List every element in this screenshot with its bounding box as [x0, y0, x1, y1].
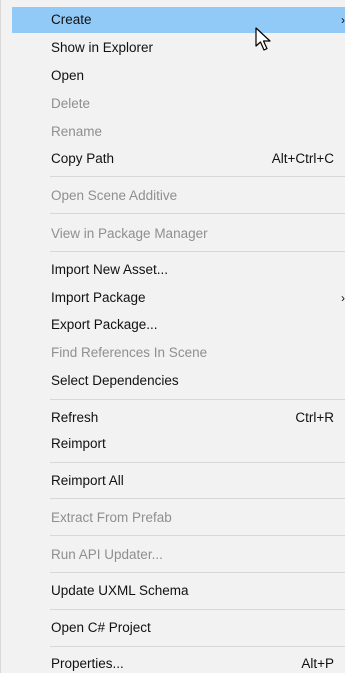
menu-separator [50, 399, 345, 400]
menu-item-label: Rename [51, 124, 103, 139]
menu-item-label: Open [51, 68, 85, 83]
menu-item-label: View in Package Manager [51, 226, 208, 241]
menu-item-label: Open C# Project [51, 620, 151, 635]
menu-item-shortcut: Alt+Ctrl+C [271, 151, 334, 166]
menu-separator [50, 213, 345, 214]
menu-item-label: Import Package [51, 290, 146, 305]
menu-item-select-dependencies[interactable]: Select Dependencies [12, 368, 345, 394]
menu-item-import-package[interactable]: Import Package › [12, 285, 345, 311]
context-menu: Create › Show in Explorer Open Delete Re… [0, 0, 345, 673]
menu-item-delete[interactable]: Delete [12, 91, 345, 117]
menu-item-label: Extract From Prefab [51, 510, 172, 525]
chevron-right-icon: › [341, 13, 345, 27]
menu-item-label: Update UXML Schema [51, 583, 189, 598]
menu-item-label: Select Dependencies [51, 373, 179, 388]
menu-item-label: Copy Path [51, 151, 115, 166]
menu-item-label: Reimport All [51, 473, 124, 488]
menu-item-label: Run API Updater... [51, 547, 163, 562]
chevron-right-icon: › [341, 291, 345, 305]
menu-item-copy-path[interactable]: Copy Path Alt+Ctrl+C [12, 146, 345, 172]
menu-item-export-package[interactable]: Export Package... [12, 312, 345, 338]
menu-item-update-uxml-schema[interactable]: Update UXML Schema [12, 578, 345, 604]
menu-item-find-references-in-scene[interactable]: Find References In Scene [12, 340, 345, 366]
menu-item-shortcut: Alt+P [301, 656, 334, 671]
menu-item-reimport[interactable]: Reimport [12, 431, 345, 457]
menu-item-label: Import New Asset... [51, 262, 169, 277]
menu-separator [50, 251, 345, 252]
menu-item-label: Reimport [51, 436, 106, 451]
menu-item-refresh[interactable]: Refresh Ctrl+R [12, 405, 345, 431]
menu-separator [50, 609, 345, 610]
menu-separator [50, 646, 345, 647]
menu-separator [50, 535, 345, 536]
menu-item-run-api-updater[interactable]: Run API Updater... [12, 542, 345, 568]
mouse-pointer-icon [255, 27, 271, 51]
menu-item-extract-from-prefab[interactable]: Extract From Prefab [12, 505, 345, 531]
menu-separator [50, 572, 345, 573]
menu-item-open-scene-additive[interactable]: Open Scene Additive [12, 183, 345, 209]
menu-separator [50, 176, 345, 177]
menu-item-label: Find References In Scene [51, 345, 208, 360]
menu-item-label: Delete [51, 96, 91, 111]
menu-item-create[interactable]: Create › [12, 7, 345, 33]
menu-item-open-csharp-project[interactable]: Open C# Project [12, 615, 345, 641]
menu-item-shortcut: Ctrl+R [295, 410, 334, 425]
menu-item-show-in-explorer[interactable]: Show in Explorer [12, 35, 345, 61]
menu-item-view-in-package-manager[interactable]: View in Package Manager [12, 221, 345, 247]
menu-item-label: Open Scene Additive [51, 188, 178, 203]
menu-item-label: Refresh [51, 410, 99, 425]
menu-item-open[interactable]: Open [12, 63, 345, 89]
menu-item-rename[interactable]: Rename [12, 119, 345, 145]
menu-item-label: Show in Explorer [51, 40, 154, 55]
menu-separator [50, 462, 345, 463]
menu-item-label: Properties... [51, 656, 124, 671]
menu-item-properties[interactable]: Properties... Alt+P [12, 651, 345, 677]
menu-separator [50, 498, 345, 499]
menu-item-label: Create [51, 12, 92, 27]
menu-item-label: Export Package... [51, 317, 158, 332]
menu-item-import-new-asset[interactable]: Import New Asset... [12, 257, 345, 283]
menu-item-reimport-all[interactable]: Reimport All [12, 468, 345, 494]
